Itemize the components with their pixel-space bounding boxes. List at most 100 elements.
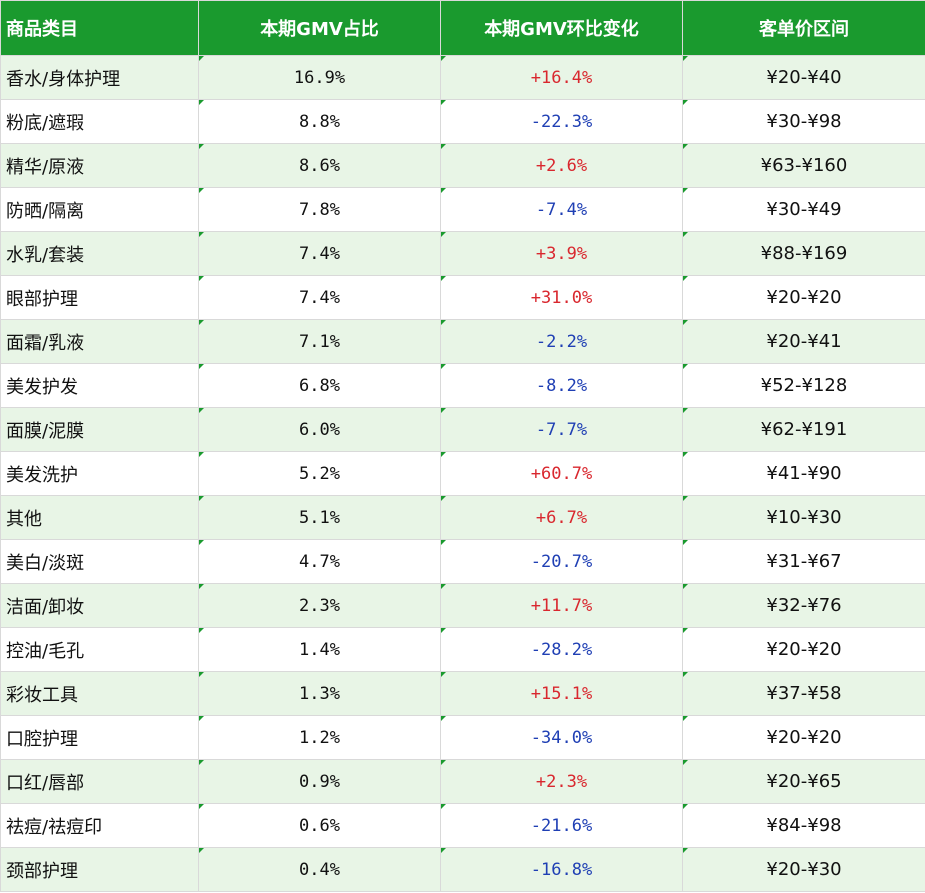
table-row: 眼部护理 7.4% +31.0% ¥20-¥20 <box>0 275 925 320</box>
cell-gmv-change[interactable]: +31.0% <box>440 275 683 320</box>
table-row: 粉底/遮瑕 8.8% -22.3% ¥30-¥98 <box>0 99 925 144</box>
cell-gmv-share[interactable]: 1.4% <box>198 627 441 672</box>
cell-category[interactable]: 精华/原液 <box>0 143 199 188</box>
cell-category[interactable]: 香水/身体护理 <box>0 55 199 100</box>
cell-gmv-share[interactable]: 0.4% <box>198 847 441 892</box>
cell-category[interactable]: 控油/毛孔 <box>0 627 199 672</box>
cell-category[interactable]: 洁面/卸妆 <box>0 583 199 628</box>
cell-gmv-change[interactable]: -7.4% <box>440 187 683 232</box>
cell-gmv-share[interactable]: 5.1% <box>198 495 441 540</box>
cell-gmv-change[interactable]: -7.7% <box>440 407 683 452</box>
cell-price-range[interactable]: ¥62-¥191 <box>682 407 925 452</box>
cell-category[interactable]: 祛痘/祛痘印 <box>0 803 199 848</box>
cell-category[interactable]: 粉底/遮瑕 <box>0 99 199 144</box>
cell-gmv-change[interactable]: +2.3% <box>440 759 683 804</box>
cell-gmv-share[interactable]: 1.3% <box>198 671 441 716</box>
cell-category[interactable]: 美白/淡斑 <box>0 539 199 584</box>
cell-gmv-change[interactable]: +3.9% <box>440 231 683 276</box>
cell-gmv-change[interactable]: +6.7% <box>440 495 683 540</box>
cell-price-range[interactable]: ¥20-¥40 <box>682 55 925 100</box>
table-row: 口腔护理 1.2% -34.0% ¥20-¥20 <box>0 715 925 760</box>
cell-gmv-share[interactable]: 5.2% <box>198 451 441 496</box>
table-row: 香水/身体护理 16.9% +16.4% ¥20-¥40 <box>0 55 925 100</box>
cell-category[interactable]: 防晒/隔离 <box>0 187 199 232</box>
cell-gmv-share[interactable]: 7.4% <box>198 231 441 276</box>
cell-gmv-share[interactable]: 7.1% <box>198 319 441 364</box>
cell-gmv-change[interactable]: +15.1% <box>440 671 683 716</box>
cell-price-range[interactable]: ¥20-¥20 <box>682 715 925 760</box>
cell-price-range[interactable]: ¥63-¥160 <box>682 143 925 188</box>
cell-gmv-change[interactable]: -34.0% <box>440 715 683 760</box>
cell-price-range[interactable]: ¥20-¥20 <box>682 275 925 320</box>
cell-gmv-change[interactable]: -21.6% <box>440 803 683 848</box>
cell-gmv-change[interactable]: -8.2% <box>440 363 683 408</box>
cell-gmv-change[interactable]: -16.8% <box>440 847 683 892</box>
table-row: 控油/毛孔 1.4% -28.2% ¥20-¥20 <box>0 627 925 672</box>
cell-category[interactable]: 水乳/套装 <box>0 231 199 276</box>
cell-category[interactable]: 面膜/泥膜 <box>0 407 199 452</box>
cell-category[interactable]: 彩妆工具 <box>0 671 199 716</box>
cell-gmv-change[interactable]: +16.4% <box>440 55 683 100</box>
table-row: 面膜/泥膜 6.0% -7.7% ¥62-¥191 <box>0 407 925 452</box>
cell-price-range[interactable]: ¥20-¥20 <box>682 627 925 672</box>
header-gmv-change[interactable]: 本期GMV环比变化 <box>440 0 683 56</box>
cell-price-range[interactable]: ¥20-¥30 <box>682 847 925 892</box>
cell-gmv-share[interactable]: 1.2% <box>198 715 441 760</box>
table-row: 面霜/乳液 7.1% -2.2% ¥20-¥41 <box>0 319 925 364</box>
cell-gmv-change[interactable]: +2.6% <box>440 143 683 188</box>
table-row: 颈部护理 0.4% -16.8% ¥20-¥30 <box>0 847 925 892</box>
table-row: 水乳/套装 7.4% +3.9% ¥88-¥169 <box>0 231 925 276</box>
header-gmv-share[interactable]: 本期GMV占比 <box>198 0 441 56</box>
cell-gmv-share[interactable]: 7.8% <box>198 187 441 232</box>
cell-gmv-share[interactable]: 8.8% <box>198 99 441 144</box>
table-row: 美白/淡斑 4.7% -20.7% ¥31-¥67 <box>0 539 925 584</box>
table-row: 洁面/卸妆 2.3% +11.7% ¥32-¥76 <box>0 583 925 628</box>
cell-price-range[interactable]: ¥20-¥65 <box>682 759 925 804</box>
cell-gmv-change[interactable]: +60.7% <box>440 451 683 496</box>
table-row: 精华/原液 8.6% +2.6% ¥63-¥160 <box>0 143 925 188</box>
cell-category[interactable]: 美发护发 <box>0 363 199 408</box>
table-row: 口红/唇部 0.9% +2.3% ¥20-¥65 <box>0 759 925 804</box>
cell-category[interactable]: 美发洗护 <box>0 451 199 496</box>
cell-price-range[interactable]: ¥31-¥67 <box>682 539 925 584</box>
cell-price-range[interactable]: ¥41-¥90 <box>682 451 925 496</box>
cell-gmv-share[interactable]: 16.9% <box>198 55 441 100</box>
cell-gmv-change[interactable]: -28.2% <box>440 627 683 672</box>
header-category[interactable]: 商品类目 <box>0 0 199 56</box>
table-header: 商品类目 本期GMV占比 本期GMV环比变化 客单价区间 <box>0 0 925 56</box>
table-row: 彩妆工具 1.3% +15.1% ¥37-¥58 <box>0 671 925 716</box>
cell-gmv-share[interactable]: 6.8% <box>198 363 441 408</box>
cell-gmv-share[interactable]: 4.7% <box>198 539 441 584</box>
table-row: 防晒/隔离 7.8% -7.4% ¥30-¥49 <box>0 187 925 232</box>
cell-gmv-share[interactable]: 0.9% <box>198 759 441 804</box>
cell-gmv-change[interactable]: +11.7% <box>440 583 683 628</box>
cell-gmv-share[interactable]: 6.0% <box>198 407 441 452</box>
cell-gmv-share[interactable]: 0.6% <box>198 803 441 848</box>
cell-category[interactable]: 眼部护理 <box>0 275 199 320</box>
category-gmv-table: 商品类目 本期GMV占比 本期GMV环比变化 客单价区间 香水/身体护理 16.9… <box>0 0 925 892</box>
table-body: 香水/身体护理 16.9% +16.4% ¥20-¥40 粉底/遮瑕 8.8% -22.3%… <box>0 55 925 892</box>
cell-gmv-change[interactable]: -20.7% <box>440 539 683 584</box>
cell-category[interactable]: 面霜/乳液 <box>0 319 199 364</box>
table-row: 祛痘/祛痘印 0.6% -21.6% ¥84-¥98 <box>0 803 925 848</box>
header-price-range[interactable]: 客单价区间 <box>682 0 925 56</box>
cell-price-range[interactable]: ¥30-¥98 <box>682 99 925 144</box>
cell-price-range[interactable]: ¥88-¥169 <box>682 231 925 276</box>
cell-gmv-share[interactable]: 8.6% <box>198 143 441 188</box>
cell-price-range[interactable]: ¥37-¥58 <box>682 671 925 716</box>
cell-gmv-share[interactable]: 7.4% <box>198 275 441 320</box>
cell-price-range[interactable]: ¥52-¥128 <box>682 363 925 408</box>
cell-category[interactable]: 其他 <box>0 495 199 540</box>
cell-price-range[interactable]: ¥20-¥41 <box>682 319 925 364</box>
cell-price-range[interactable]: ¥84-¥98 <box>682 803 925 848</box>
table-row: 其他 5.1% +6.7% ¥10-¥30 <box>0 495 925 540</box>
cell-category[interactable]: 口红/唇部 <box>0 759 199 804</box>
cell-price-range[interactable]: ¥30-¥49 <box>682 187 925 232</box>
cell-gmv-change[interactable]: -22.3% <box>440 99 683 144</box>
cell-gmv-change[interactable]: -2.2% <box>440 319 683 364</box>
cell-price-range[interactable]: ¥10-¥30 <box>682 495 925 540</box>
cell-category[interactable]: 颈部护理 <box>0 847 199 892</box>
cell-price-range[interactable]: ¥32-¥76 <box>682 583 925 628</box>
cell-gmv-share[interactable]: 2.3% <box>198 583 441 628</box>
cell-category[interactable]: 口腔护理 <box>0 715 199 760</box>
